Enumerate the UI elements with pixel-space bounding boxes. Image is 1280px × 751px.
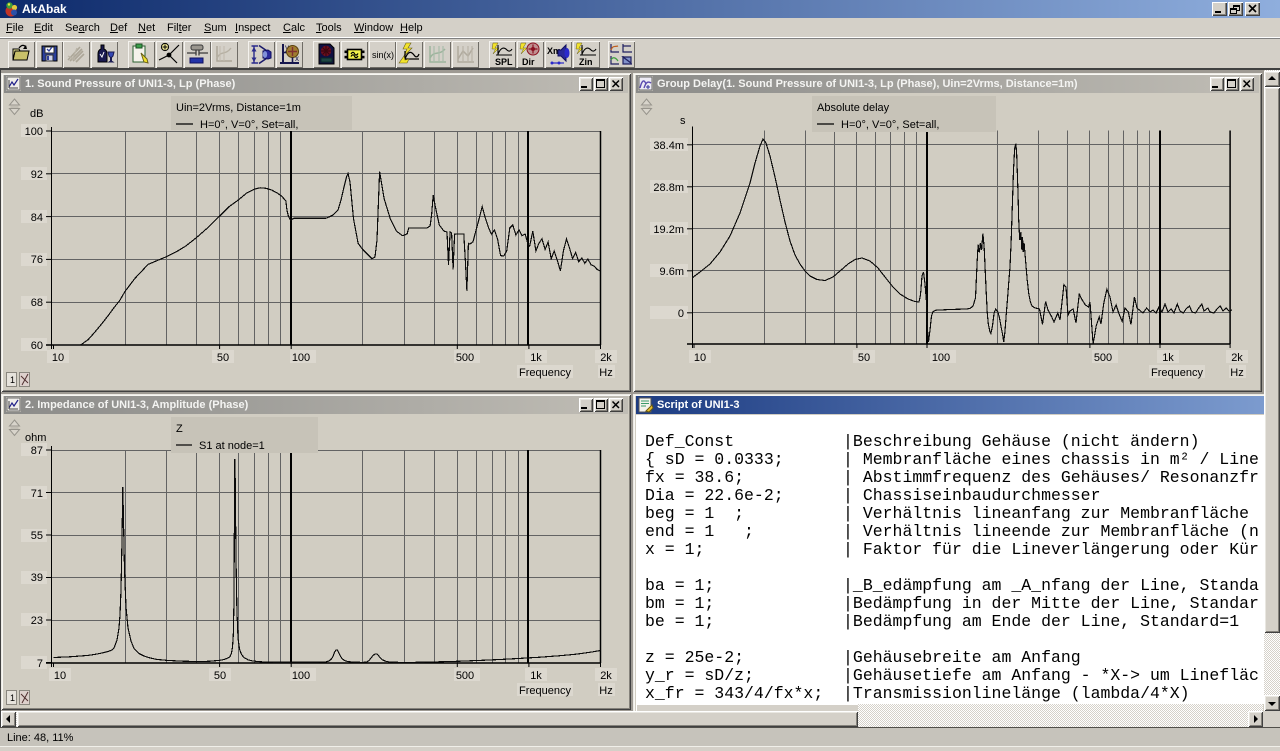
svg-text:1k: 1k: [1162, 352, 1174, 364]
svg-text:Hz: Hz: [1230, 367, 1243, 379]
svg-text:38.4m: 38.4m: [653, 140, 684, 152]
svg-text:100: 100: [25, 126, 43, 138]
svg-text:0: 0: [678, 308, 684, 320]
svg-text:60: 60: [31, 340, 43, 352]
svg-text:500: 500: [456, 670, 474, 682]
svg-text:7: 7: [37, 658, 43, 670]
svg-text:500: 500: [456, 352, 474, 364]
svg-text:84: 84: [31, 212, 43, 224]
svg-text:s: s: [680, 115, 686, 127]
svg-text:19.2m: 19.2m: [653, 224, 684, 236]
svg-text:500: 500: [1094, 352, 1112, 364]
svg-text:68: 68: [31, 297, 43, 309]
svg-text:Uin=2Vrms, Distance=1m: Uin=2Vrms, Distance=1m: [176, 102, 301, 114]
svg-text:Absolute delay: Absolute delay: [817, 102, 890, 114]
svg-text:100: 100: [292, 670, 310, 682]
svg-text:2k: 2k: [1231, 352, 1243, 364]
svg-text:10: 10: [52, 352, 64, 364]
svg-text:2k: 2k: [600, 352, 612, 364]
svg-text:H=0°, V=0°, Set=all,: H=0°, V=0°, Set=all,: [841, 119, 939, 131]
svg-text:1k: 1k: [530, 352, 542, 364]
svg-text:10: 10: [54, 670, 66, 682]
svg-text:1k: 1k: [530, 670, 542, 682]
svg-text:39: 39: [31, 572, 43, 584]
svg-text:92: 92: [31, 169, 43, 181]
svg-text:10: 10: [694, 352, 706, 364]
svg-text:55: 55: [31, 530, 43, 542]
svg-text:dB: dB: [30, 108, 43, 120]
svg-text:Hz: Hz: [599, 685, 612, 697]
svg-text:71: 71: [31, 488, 43, 500]
svg-text:100: 100: [932, 352, 950, 364]
svg-text:sin(x): sin(x): [372, 50, 394, 60]
svg-text:2k: 2k: [600, 670, 612, 682]
svg-text:Dir: Dir: [522, 57, 535, 67]
svg-text:ohm: ohm: [25, 432, 46, 444]
svg-text:Zin: Zin: [579, 57, 593, 67]
svg-text:H=0°, V=0°, Set=all,: H=0°, V=0°, Set=all,: [200, 119, 298, 131]
svg-text:50: 50: [214, 670, 226, 682]
svg-text:S1 at node=1: S1 at node=1: [199, 440, 265, 452]
svg-text:Frequency: Frequency: [1151, 367, 1203, 379]
svg-text:76: 76: [31, 254, 43, 266]
svg-text:28.8m: 28.8m: [653, 182, 684, 194]
svg-text:Z: Z: [176, 423, 183, 435]
svg-text:Frequency: Frequency: [519, 685, 571, 697]
svg-text:9.6m: 9.6m: [660, 266, 684, 278]
svg-text:50: 50: [217, 352, 229, 364]
svg-text:Hz: Hz: [599, 367, 612, 379]
svg-text:23: 23: [31, 615, 43, 627]
svg-text:87: 87: [31, 445, 43, 457]
svg-text:100: 100: [292, 352, 310, 364]
svg-text:50: 50: [858, 352, 870, 364]
svg-text:Frequency: Frequency: [519, 367, 571, 379]
svg-text:SPL: SPL: [495, 57, 513, 67]
